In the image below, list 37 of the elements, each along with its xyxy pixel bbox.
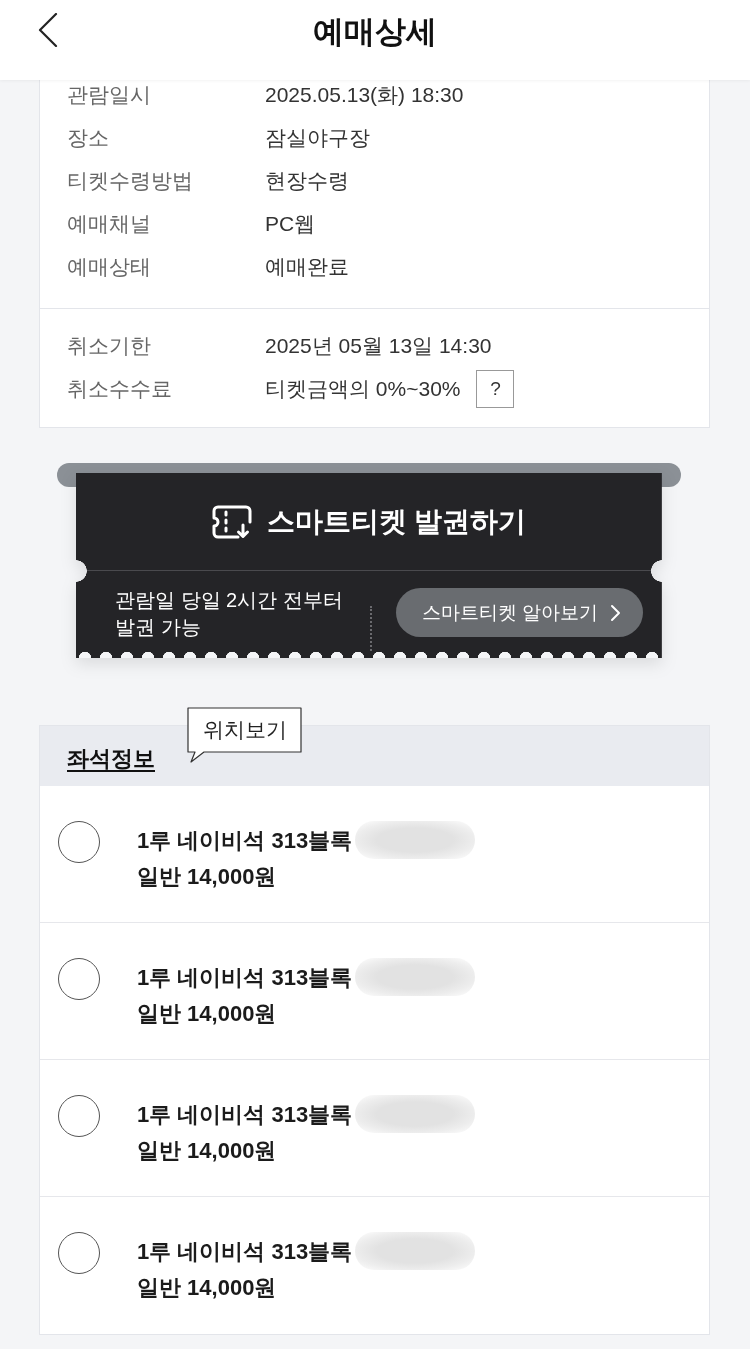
radio-button[interactable] <box>58 958 100 1000</box>
detail-label: 예매상태 <box>67 254 152 280</box>
detail-value: 티켓금액의 0%~30% <box>265 376 461 402</box>
seat-location: 1루 네이비석 313블록 <box>137 1237 353 1266</box>
detail-value: PC웹 <box>265 211 316 237</box>
detail-value: 2025.05.13(화) 18:30 <box>265 82 464 108</box>
detail-label: 장소 <box>67 125 110 151</box>
location-tooltip: 위치보기 <box>187 707 303 763</box>
detail-value: 2025년 05월 13일 14:30 <box>265 333 492 359</box>
seat-location: 1루 네이비석 313블록 <box>137 826 353 855</box>
detail-label: 티켓수령방법 <box>67 168 194 194</box>
detail-label: 취소기한 <box>67 333 152 359</box>
ticket-icon <box>211 504 252 539</box>
radio-button[interactable] <box>58 1095 100 1137</box>
detail-label: 관람일시 <box>67 82 152 108</box>
issue-availability-note: 관람일 당일 2시간 전부터 발권 가능 <box>115 588 344 640</box>
seat-price: 일반 14,000원 <box>137 1137 278 1165</box>
page-title: 예매상세 <box>313 13 437 51</box>
seat-location: 1루 네이비석 313블록 <box>137 1100 353 1129</box>
seat-price: 일반 14,000원 <box>137 863 278 891</box>
issue-smart-ticket-button[interactable]: 스마트티켓 발권하기 <box>211 502 527 541</box>
detail-value: 예매완료 <box>265 254 349 280</box>
detail-value: 잠실야구장 <box>265 125 370 151</box>
detail-value: 현장수령 <box>265 168 349 194</box>
back-button[interactable] <box>38 13 58 47</box>
radio-button[interactable] <box>58 1232 100 1274</box>
seat-price: 일반 14,000원 <box>137 1274 278 1302</box>
back-icon <box>38 13 58 47</box>
detail-label: 취소수수료 <box>67 376 173 402</box>
seat-price: 일반 14,000원 <box>137 1000 278 1028</box>
radio-button[interactable] <box>58 821 100 863</box>
help-button[interactable]: ? <box>476 370 515 408</box>
learn-more-button[interactable]: 스마트티켓 알아보기 <box>395 588 643 637</box>
seat-info-link[interactable]: 좌석정보 <box>67 746 155 771</box>
seat-location: 1루 네이비석 313블록 <box>137 963 353 992</box>
chevron-right-icon <box>610 603 621 622</box>
detail-label: 예매채널 <box>67 211 152 237</box>
